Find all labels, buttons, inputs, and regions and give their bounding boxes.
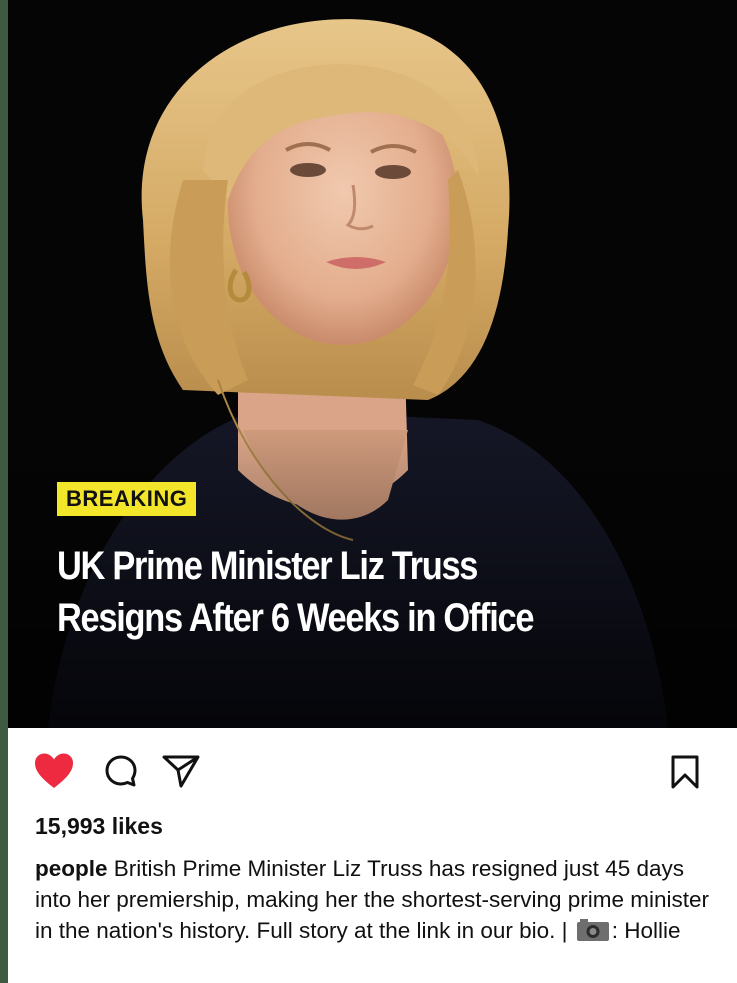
- headline-line-2: Resigns After 6 Weeks in Office: [57, 596, 534, 640]
- caption-username[interactable]: people: [35, 856, 108, 881]
- post-action-bar: [8, 728, 737, 808]
- post-headline: UK Prime Minister Liz Truss Resigns Afte…: [57, 540, 625, 644]
- likes-count[interactable]: 15,993 likes: [35, 813, 163, 840]
- heart-filled-icon[interactable]: [33, 752, 75, 790]
- camera-icon: [576, 919, 609, 941]
- headline-line-1: UK Prime Minister Liz Truss: [57, 544, 478, 588]
- bookmark-icon[interactable]: [670, 754, 700, 790]
- post-image[interactable]: BREAKING UK Prime Minister Liz Truss Res…: [8, 0, 737, 728]
- post-caption: people British Prime Minister Liz Truss …: [35, 853, 725, 946]
- window-frame: [0, 0, 8, 983]
- breaking-badge: BREAKING: [57, 482, 197, 516]
- comment-icon[interactable]: [104, 754, 138, 788]
- photo-credit: : Hollie: [611, 918, 681, 943]
- send-icon[interactable]: [161, 753, 201, 789]
